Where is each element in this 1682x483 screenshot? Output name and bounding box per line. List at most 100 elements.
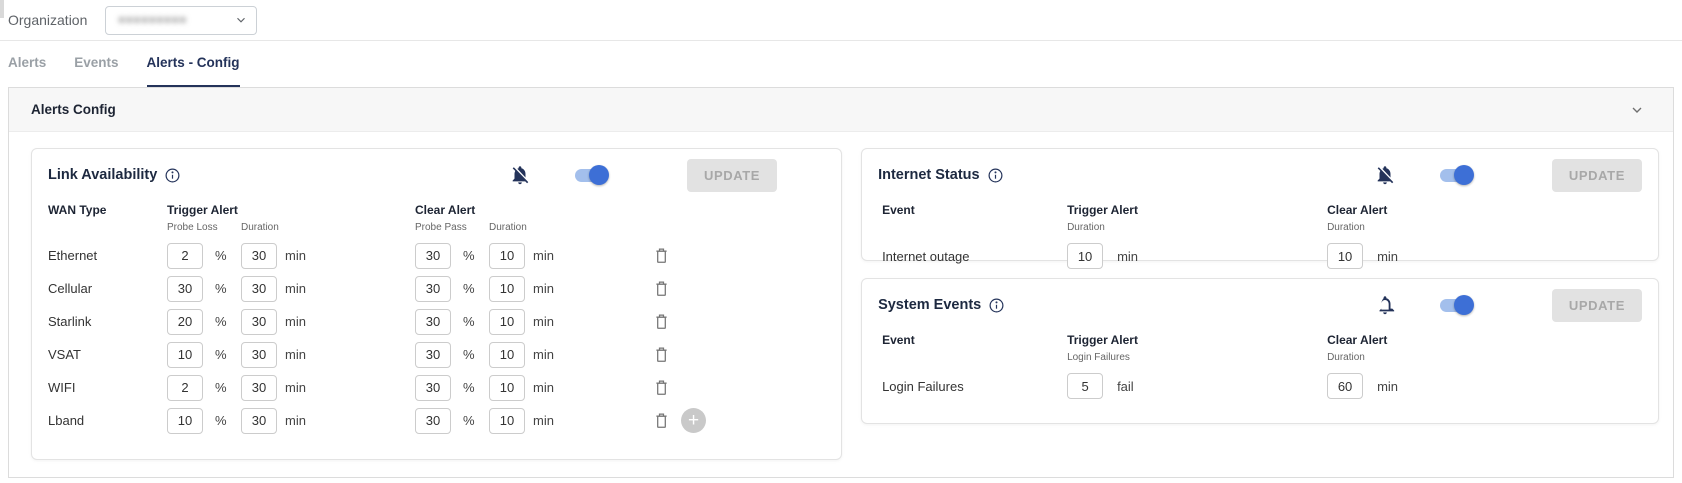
trigger-duration-input[interactable] xyxy=(1067,243,1103,269)
wan-type-label: VSAT xyxy=(48,347,167,362)
table-row: Internet outage min min xyxy=(878,239,1642,273)
column-header-clear-alert: Clear Alert xyxy=(415,203,573,217)
collapse-chevron-icon[interactable] xyxy=(1629,102,1645,118)
system-events-card: System Events UPDATE xyxy=(861,278,1659,424)
percent-unit: % xyxy=(455,314,489,329)
alerts-enabled-toggle[interactable] xyxy=(1438,165,1474,185)
wan-type-label: WIFI xyxy=(48,380,167,395)
table-row: VSAT % min % min + xyxy=(48,338,825,371)
toggle-thumb xyxy=(1454,295,1474,315)
clear-duration-input[interactable] xyxy=(489,375,525,401)
probe-pass-input[interactable] xyxy=(415,375,451,401)
probe-loss-input[interactable] xyxy=(167,243,203,269)
wan-type-label: Ethernet xyxy=(48,248,167,263)
tab-events[interactable]: Events xyxy=(74,55,118,87)
clear-duration-input[interactable] xyxy=(489,309,525,335)
min-unit: min xyxy=(277,248,325,263)
panel-body: Link Availability UPDATE WAN Type xyxy=(9,132,1673,460)
bell-muted-icon[interactable] xyxy=(509,164,531,186)
probe-pass-input[interactable] xyxy=(415,276,451,302)
min-unit: min xyxy=(277,380,325,395)
fail-unit: fail xyxy=(1109,379,1161,394)
trash-icon xyxy=(652,311,671,332)
table-header-row: Event Trigger Alert Clear Alert xyxy=(878,331,1642,349)
event-label: Login Failures xyxy=(882,379,1067,394)
delete-row-button[interactable] xyxy=(651,245,671,267)
link-availability-card: Link Availability UPDATE WAN Type xyxy=(31,148,842,460)
percent-unit: % xyxy=(455,380,489,395)
table-row: Ethernet % min % min xyxy=(48,239,825,272)
clear-duration-input[interactable] xyxy=(489,276,525,302)
column-header-event: Event xyxy=(882,203,1067,217)
subheader-clear-duration: Duration xyxy=(489,222,573,233)
delete-row-button[interactable] xyxy=(651,377,671,399)
trash-icon xyxy=(652,245,671,266)
percent-unit: % xyxy=(455,413,489,428)
link-availability-head: Link Availability UPDATE xyxy=(48,159,825,191)
subheader-login-failures: Login Failures xyxy=(1067,352,1161,363)
table-header-row: WAN Type Trigger Alert Clear Alert xyxy=(48,201,825,219)
internet-status-head: Internet Status UPDATE xyxy=(878,159,1642,191)
probe-loss-input[interactable] xyxy=(167,342,203,368)
info-icon[interactable] xyxy=(987,167,1004,184)
trigger-duration-input[interactable] xyxy=(241,276,277,302)
alerts-enabled-toggle[interactable] xyxy=(1438,295,1474,315)
min-unit: min xyxy=(277,347,325,362)
probe-loss-input[interactable] xyxy=(167,309,203,335)
bell-muted-icon[interactable] xyxy=(1374,164,1396,186)
column-header-trigger-alert: Trigger Alert xyxy=(1067,333,1161,347)
trigger-duration-input[interactable] xyxy=(241,408,277,434)
clear-duration-input[interactable] xyxy=(489,408,525,434)
probe-pass-input[interactable] xyxy=(415,309,451,335)
delete-row-button[interactable] xyxy=(651,410,671,432)
table-row: Lband % min % min + xyxy=(48,404,825,437)
delete-row-button[interactable] xyxy=(651,344,671,366)
card-title: Internet Status xyxy=(878,167,980,183)
alerts-enabled-toggle[interactable] xyxy=(573,165,609,185)
login-failures-input[interactable] xyxy=(1067,373,1103,399)
min-unit: min xyxy=(525,281,573,296)
min-unit: min xyxy=(525,314,573,329)
update-button[interactable]: UPDATE xyxy=(687,159,777,192)
trigger-duration-input[interactable] xyxy=(241,309,277,335)
update-button[interactable]: UPDATE xyxy=(1552,159,1642,192)
event-label: Internet outage xyxy=(882,249,1067,264)
probe-pass-input[interactable] xyxy=(415,408,451,434)
alerts-config-header[interactable]: Alerts Config xyxy=(9,88,1673,132)
info-icon[interactable] xyxy=(988,297,1005,314)
percent-unit: % xyxy=(207,281,241,296)
add-row-button[interactable]: + xyxy=(681,408,706,433)
table-header-row: Event Trigger Alert Clear Alert xyxy=(878,201,1642,219)
probe-loss-input[interactable] xyxy=(167,276,203,302)
link-availability-rows: Ethernet % min % min xyxy=(48,239,825,437)
head-controls: UPDATE xyxy=(509,159,825,192)
probe-loss-input[interactable] xyxy=(167,408,203,434)
min-unit: min xyxy=(525,380,573,395)
column-header-clear-alert: Clear Alert xyxy=(1327,203,1421,217)
trigger-duration-input[interactable] xyxy=(241,243,277,269)
subheader-trigger-duration: Duration xyxy=(241,222,325,233)
trash-icon xyxy=(652,278,671,299)
delete-row-button[interactable] xyxy=(651,311,671,333)
info-icon[interactable] xyxy=(164,167,181,184)
organization-select[interactable]: ●●●●●●●●● xyxy=(105,6,257,35)
update-button[interactable]: UPDATE xyxy=(1552,289,1642,322)
bell-icon[interactable] xyxy=(1374,294,1396,316)
probe-loss-input[interactable] xyxy=(167,375,203,401)
tab-alerts-config[interactable]: Alerts - Config xyxy=(147,55,240,87)
delete-row-button[interactable] xyxy=(651,278,671,300)
min-unit: min xyxy=(1109,249,1161,264)
trigger-duration-input[interactable] xyxy=(241,342,277,368)
card-title: Link Availability xyxy=(48,167,157,183)
column-header-wan-type: WAN Type xyxy=(48,203,167,217)
tab-alerts[interactable]: Alerts xyxy=(8,55,46,87)
trigger-duration-input[interactable] xyxy=(241,375,277,401)
percent-unit: % xyxy=(207,380,241,395)
probe-pass-input[interactable] xyxy=(415,243,451,269)
clear-duration-input[interactable] xyxy=(1327,373,1363,399)
table-subheader-row: Duration Duration xyxy=(878,219,1642,235)
clear-duration-input[interactable] xyxy=(489,243,525,269)
clear-duration-input[interactable] xyxy=(489,342,525,368)
clear-duration-input[interactable] xyxy=(1327,243,1363,269)
probe-pass-input[interactable] xyxy=(415,342,451,368)
